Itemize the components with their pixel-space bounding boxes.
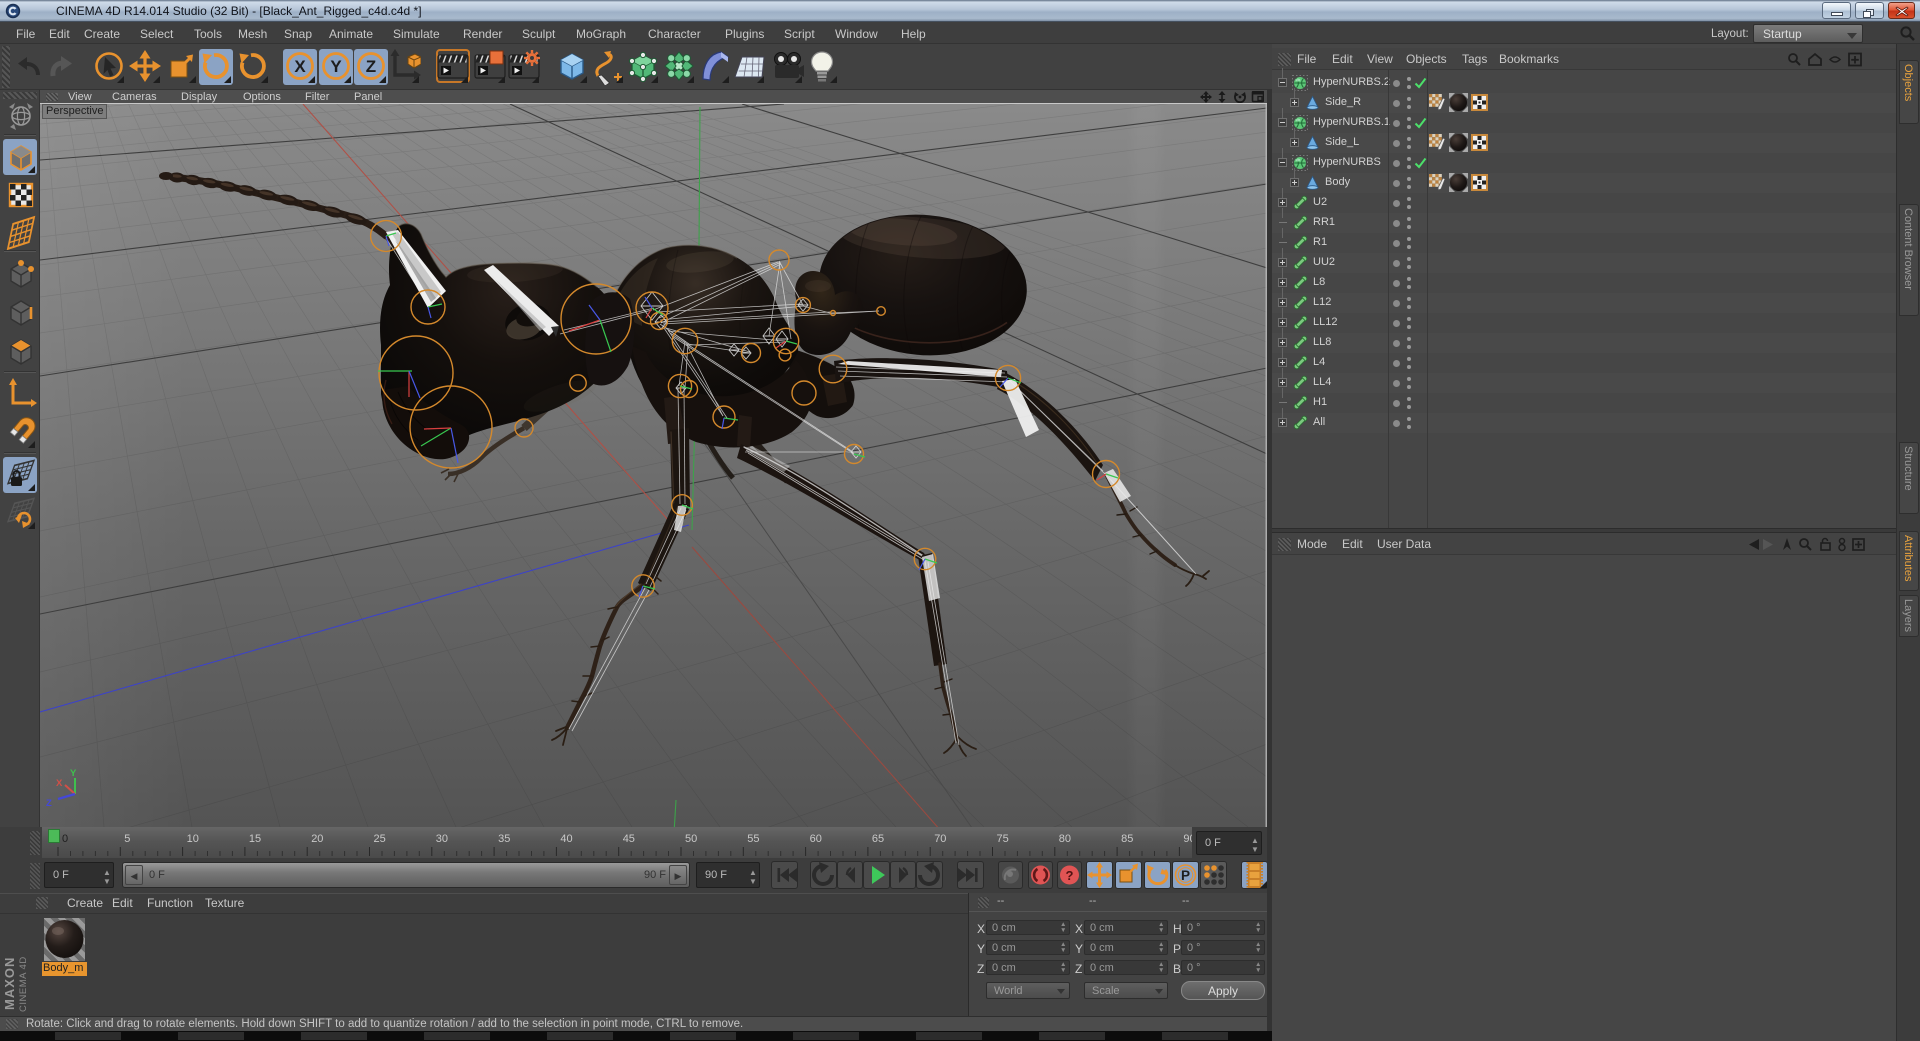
svg-text:55: 55: [747, 833, 759, 845]
svg-text:X: X: [56, 778, 63, 789]
svg-text:65: 65: [872, 833, 884, 845]
svg-text:0: 0: [62, 833, 68, 845]
svg-text:60: 60: [810, 833, 822, 845]
svg-text:Y: Y: [330, 57, 342, 76]
svg-text:70: 70: [934, 833, 946, 845]
svg-text:25: 25: [374, 833, 386, 845]
svg-text:X: X: [294, 57, 306, 76]
svg-text:20: 20: [311, 833, 323, 845]
svg-text:5: 5: [124, 833, 130, 845]
svg-text:85: 85: [1121, 833, 1133, 845]
svg-text:Z: Z: [366, 57, 376, 76]
svg-text:50: 50: [685, 833, 697, 845]
svg-text:45: 45: [623, 833, 635, 845]
svg-text:?: ?: [1066, 868, 1074, 883]
svg-text:30: 30: [436, 833, 448, 845]
svg-text:10: 10: [187, 833, 199, 845]
svg-text:15: 15: [249, 833, 261, 845]
svg-text:Y: Y: [70, 768, 77, 779]
svg-text:75: 75: [997, 833, 1009, 845]
svg-text:40: 40: [560, 833, 572, 845]
svg-text:Z: Z: [46, 798, 52, 809]
svg-text:P: P: [1181, 868, 1190, 883]
svg-text:80: 80: [1059, 833, 1071, 845]
svg-text:90: 90: [1183, 833, 1192, 845]
svg-text:35: 35: [498, 833, 510, 845]
